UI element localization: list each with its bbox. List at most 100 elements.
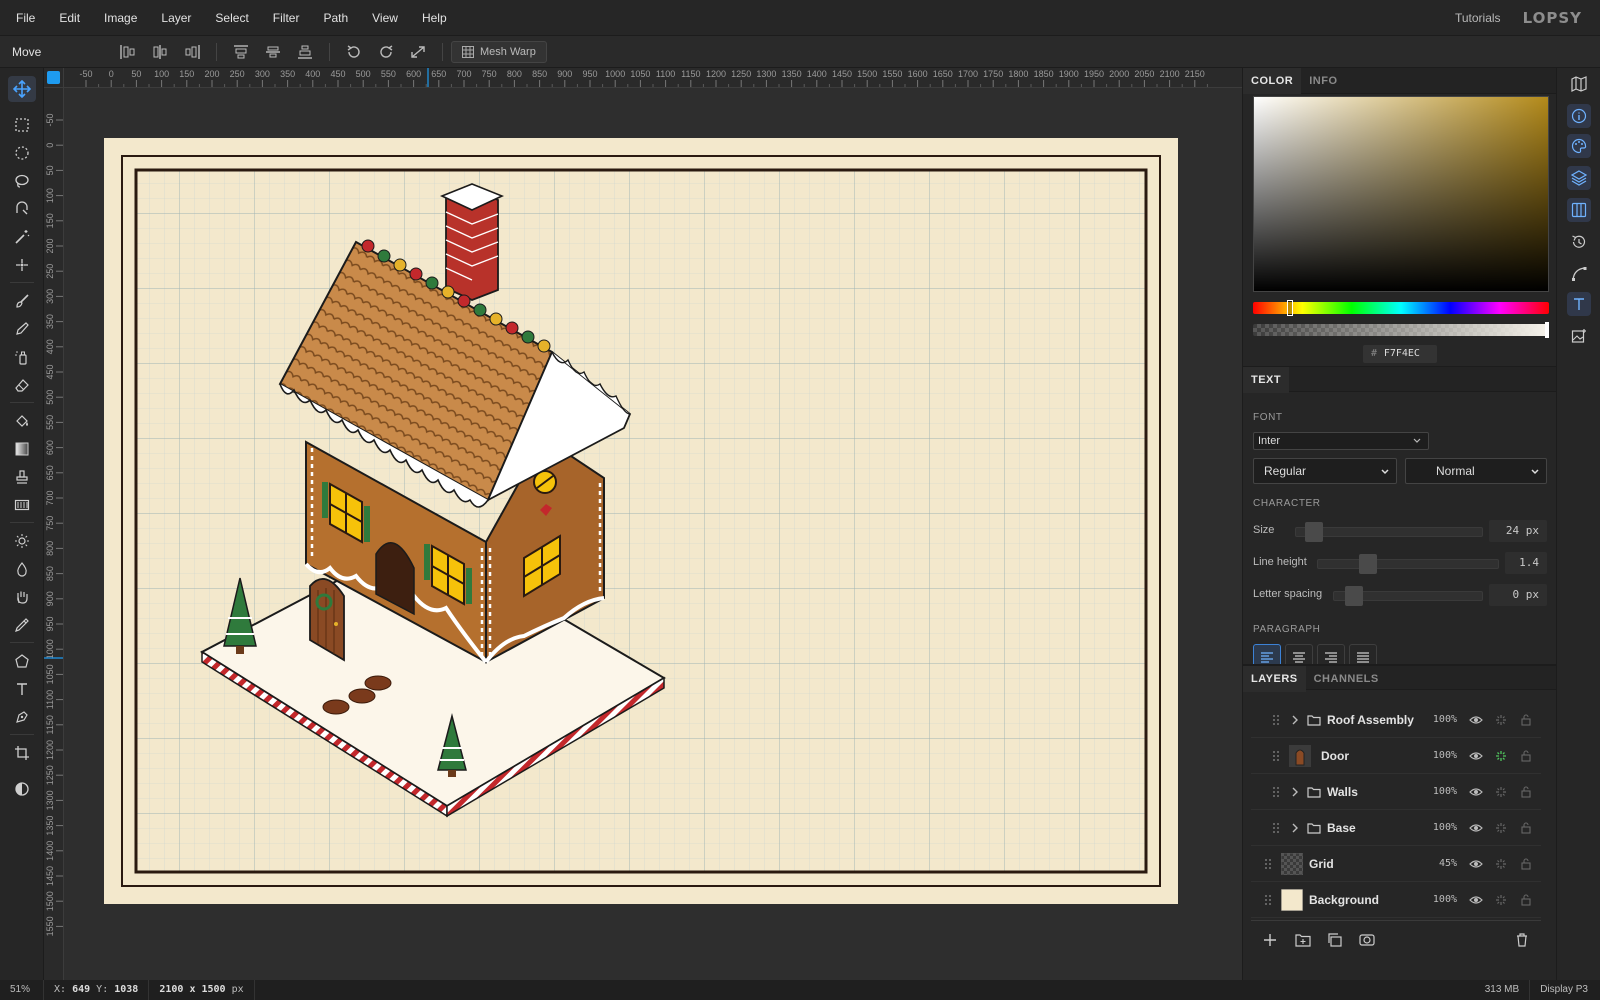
ellipse-select-tool[interactable] xyxy=(8,140,36,166)
menu-layer[interactable]: Layer xyxy=(149,0,203,36)
effects-icon[interactable] xyxy=(1495,786,1507,798)
layer-door[interactable]: Door 100% xyxy=(1251,738,1541,774)
eye-icon[interactable] xyxy=(1469,859,1483,869)
pen-tool[interactable] xyxy=(8,704,36,730)
color-mode-tool[interactable] xyxy=(8,776,36,802)
info-button[interactable] xyxy=(1567,104,1591,128)
lock-open-icon[interactable] xyxy=(1521,713,1531,726)
layer-background[interactable]: Background 100% xyxy=(1251,882,1541,918)
tab-layers[interactable]: LAYERS xyxy=(1243,666,1306,692)
rotate-cw-button[interactable] xyxy=(372,40,400,64)
font-style-select[interactable]: Normal xyxy=(1405,458,1547,484)
size-slider-track[interactable] xyxy=(1295,527,1483,537)
effects-icon[interactable] xyxy=(1495,858,1507,870)
drag-handle-icon[interactable] xyxy=(1271,749,1281,763)
new-group-icon[interactable] xyxy=(1295,933,1311,947)
lock-open-icon[interactable] xyxy=(1521,785,1531,798)
menu-filter[interactable]: Filter xyxy=(261,0,312,36)
lock-open-icon[interactable] xyxy=(1521,821,1531,834)
mask-icon[interactable] xyxy=(1359,933,1375,947)
gradient-tool[interactable] xyxy=(8,436,36,462)
trash-icon[interactable] xyxy=(1515,933,1529,947)
dodge-tool[interactable] xyxy=(8,528,36,554)
crop-tool[interactable] xyxy=(8,740,36,766)
mesh-warp-button[interactable]: Mesh Warp xyxy=(451,40,547,63)
move-tool[interactable] xyxy=(8,76,36,102)
channels-button[interactable] xyxy=(1567,198,1591,222)
shape-tool[interactable] xyxy=(8,648,36,674)
letter-spacing-slider-knob[interactable] xyxy=(1345,586,1363,606)
menu-select[interactable]: Select xyxy=(203,0,260,36)
text-panel-button[interactable] xyxy=(1567,292,1591,316)
layer-base[interactable]: Base 100% xyxy=(1251,810,1541,846)
effects-icon[interactable] xyxy=(1495,894,1507,906)
layer-walls[interactable]: Walls 100% xyxy=(1251,774,1541,810)
eye-icon[interactable] xyxy=(1469,895,1483,905)
transform-button[interactable] xyxy=(404,40,432,64)
lock-open-icon[interactable] xyxy=(1521,857,1531,870)
brush-tool[interactable] xyxy=(8,288,36,314)
alpha-slider-knob[interactable] xyxy=(1545,322,1549,338)
eraser-tool[interactable] xyxy=(8,372,36,398)
rect-select-tool[interactable] xyxy=(8,112,36,138)
tab-text[interactable]: TEXT xyxy=(1243,367,1290,393)
ruler-origin-marker[interactable] xyxy=(47,71,60,84)
duplicate-layer-icon[interactable] xyxy=(1327,933,1343,947)
paths-button[interactable] xyxy=(1567,262,1591,286)
align-vcenter-button[interactable] xyxy=(259,40,287,64)
lasso-tool[interactable] xyxy=(8,168,36,194)
eye-icon[interactable] xyxy=(1469,823,1483,833)
align-bottom-button[interactable] xyxy=(291,40,319,64)
quick-select-tool[interactable] xyxy=(8,252,36,278)
tab-color[interactable]: COLOR xyxy=(1243,68,1302,94)
fill-tool[interactable] xyxy=(8,408,36,434)
pencil-tool[interactable] xyxy=(8,316,36,342)
line-height-slider-knob[interactable] xyxy=(1359,554,1377,574)
hue-slider-knob[interactable] xyxy=(1287,300,1293,316)
tab-channels[interactable]: CHANNELS xyxy=(1306,666,1387,692)
add-layer-icon[interactable] xyxy=(1263,933,1277,947)
tab-info[interactable]: INFO xyxy=(1301,68,1345,94)
size-value[interactable]: 24 px xyxy=(1489,520,1547,542)
navigator-button[interactable] xyxy=(1567,72,1591,96)
effects-icon[interactable] xyxy=(1495,714,1507,726)
menu-path[interactable]: Path xyxy=(311,0,360,36)
drag-handle-icon[interactable] xyxy=(1271,785,1281,799)
layer-grid[interactable]: Grid 45% xyxy=(1251,846,1541,882)
eye-icon[interactable] xyxy=(1469,751,1483,761)
drag-handle-icon[interactable] xyxy=(1263,857,1273,871)
menu-edit[interactable]: Edit xyxy=(47,0,92,36)
blur-tool[interactable] xyxy=(8,556,36,582)
font-family-select[interactable]: Inter xyxy=(1253,432,1429,450)
align-hcenter-button[interactable] xyxy=(146,40,174,64)
rotate-ccw-button[interactable] xyxy=(340,40,368,64)
eyedropper-tool[interactable] xyxy=(8,612,36,638)
stamp-tool[interactable] xyxy=(8,464,36,490)
drag-handle-icon[interactable] xyxy=(1263,893,1273,907)
drag-handle-icon[interactable] xyxy=(1271,713,1281,727)
magnetic-lasso-tool[interactable] xyxy=(8,196,36,222)
alpha-slider[interactable] xyxy=(1253,322,1549,338)
tutorials-link[interactable]: Tutorials xyxy=(1455,11,1501,25)
chevron-right-icon[interactable] xyxy=(1289,714,1301,726)
spray-tool[interactable] xyxy=(8,344,36,370)
menu-file[interactable]: File xyxy=(0,0,47,36)
line-height-value[interactable]: 1.4 xyxy=(1505,552,1547,574)
magic-wand-tool[interactable] xyxy=(8,224,36,250)
align-top-button[interactable] xyxy=(227,40,255,64)
menu-view[interactable]: View xyxy=(360,0,410,36)
color-button[interactable] xyxy=(1567,134,1591,158)
menu-image[interactable]: Image xyxy=(92,0,149,36)
effects-active-icon[interactable] xyxy=(1495,750,1507,762)
line-height-slider-track[interactable] xyxy=(1317,559,1499,569)
history-button[interactable] xyxy=(1567,230,1591,254)
eye-icon[interactable] xyxy=(1469,787,1483,797)
eye-icon[interactable] xyxy=(1469,715,1483,725)
layer-roof-assembly[interactable]: Roof Assembly 100% xyxy=(1251,702,1541,738)
align-right-button[interactable] xyxy=(178,40,206,64)
chevron-right-icon[interactable] xyxy=(1289,786,1301,798)
chevron-right-icon[interactable] xyxy=(1289,822,1301,834)
lock-open-icon[interactable] xyxy=(1521,749,1531,762)
ruler-left[interactable]: -50 0 50 100 150 200 250 300 350 400 450 500 550 600 6… xyxy=(44,88,64,980)
align-left-button[interactable] xyxy=(114,40,142,64)
